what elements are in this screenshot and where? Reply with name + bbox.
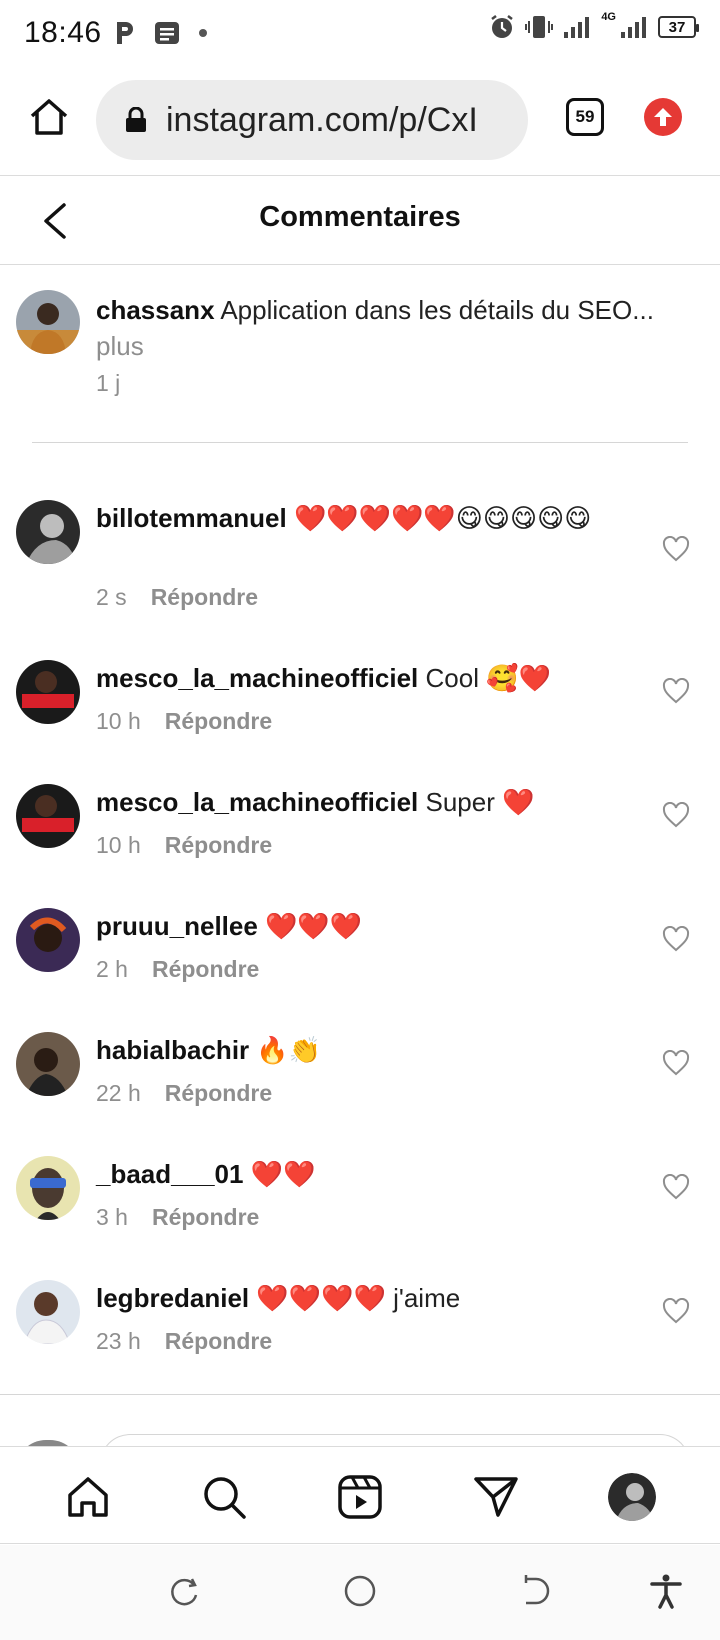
vibrate-icon xyxy=(525,16,554,38)
tab-switcher-button[interactable]: 59 xyxy=(566,98,604,136)
bottom-tab-bar xyxy=(0,1446,720,1544)
heart-icon[interactable] xyxy=(662,536,690,562)
heart-icon[interactable] xyxy=(662,926,690,952)
browser-home-icon[interactable] xyxy=(28,96,70,138)
system-navigation-bar xyxy=(0,1545,720,1640)
comment-username[interactable]: legbredaniel xyxy=(96,1283,249,1313)
comment-username[interactable]: habialbachir xyxy=(96,1035,249,1065)
comment-username[interactable]: billotemmanuel xyxy=(96,503,287,533)
comment-body: 🔥👏 xyxy=(256,1035,322,1065)
comment-body: ❤️❤️ xyxy=(250,1159,316,1189)
heart-icon[interactable] xyxy=(662,1050,690,1076)
update-button[interactable] xyxy=(644,98,682,136)
caption-username[interactable]: chassanx xyxy=(96,295,215,325)
comment-body: Cool 🥰❤️ xyxy=(425,663,551,693)
profile-avatar[interactable] xyxy=(608,1473,656,1521)
reply-button[interactable]: Répondre xyxy=(152,1204,259,1231)
recent-apps-icon[interactable] xyxy=(166,1573,202,1609)
url-text: instagram.com/p/CxI xyxy=(166,100,478,139)
comment-body: ❤️❤️❤️❤️❤️😋😋😋😋😋 xyxy=(293,503,592,533)
home-icon[interactable] xyxy=(64,1473,112,1521)
page-title: Commentaires xyxy=(259,201,461,233)
parking-app-icon xyxy=(116,22,133,44)
avatar[interactable] xyxy=(16,1156,80,1220)
comment-timestamp: 23 h xyxy=(96,1328,141,1354)
avatar[interactable] xyxy=(16,1280,80,1344)
heart-icon[interactable] xyxy=(662,1174,690,1200)
avatar[interactable] xyxy=(16,500,80,564)
heart-icon[interactable] xyxy=(662,1298,690,1324)
browser-toolbar: instagram.com/p/CxI 59 xyxy=(0,66,720,176)
network-type: 4G xyxy=(601,11,616,23)
avatar[interactable] xyxy=(16,908,80,972)
reels-icon[interactable] xyxy=(336,1473,384,1521)
arrow-up-icon xyxy=(654,108,672,126)
comments-divider xyxy=(0,1394,720,1395)
comment-timestamp: 3 h xyxy=(96,1204,128,1230)
avatar[interactable] xyxy=(16,660,80,724)
comment-username[interactable]: mesco_la_machineofficiel xyxy=(96,787,418,817)
reply-button[interactable]: Répondre xyxy=(165,1328,272,1355)
reply-button[interactable]: Répondre xyxy=(151,584,258,611)
accessibility-icon[interactable] xyxy=(648,1573,684,1609)
reply-button[interactable]: Répondre xyxy=(152,956,259,983)
direct-message-icon[interactable] xyxy=(472,1473,520,1521)
comment-timestamp: 22 h xyxy=(96,1080,141,1106)
comment-body: ❤️❤️❤️ xyxy=(265,911,363,941)
signal-icon xyxy=(564,17,590,38)
back-icon[interactable] xyxy=(518,1573,554,1609)
comments-header: Commentaires xyxy=(0,177,720,265)
reply-button[interactable]: Répondre xyxy=(165,1080,272,1107)
address-bar[interactable]: instagram.com/p/CxI xyxy=(96,80,528,160)
caption-divider xyxy=(32,442,688,443)
comment-body: Super ❤️ xyxy=(425,787,535,817)
status-bar: 18:46 4G 37 xyxy=(0,0,720,66)
battery-indicator: 37 xyxy=(658,16,699,38)
heart-icon[interactable] xyxy=(662,802,690,828)
comment-username[interactable]: pruuu_nellee xyxy=(96,911,258,941)
comment-timestamp: 2 h xyxy=(96,956,128,982)
caption-timestamp: 1 j xyxy=(96,370,121,396)
lock-icon xyxy=(126,107,146,132)
alarm-icon xyxy=(491,15,514,38)
signal-icon-2 xyxy=(621,17,646,38)
avatar[interactable] xyxy=(16,1032,80,1096)
status-time: 18:46 xyxy=(24,16,102,49)
reply-button[interactable]: Répondre xyxy=(165,708,272,735)
comment-timestamp: 10 h xyxy=(96,832,141,858)
comment-timestamp: 2 s xyxy=(96,584,127,610)
comment-timestamp: 10 h xyxy=(96,708,141,734)
home-circle-icon[interactable] xyxy=(342,1573,378,1609)
comment-username[interactable]: _baad___01 xyxy=(96,1159,243,1189)
heart-icon[interactable] xyxy=(662,678,690,704)
search-icon[interactable] xyxy=(200,1473,248,1521)
post-caption: chassanx Application dans les détails du… xyxy=(0,266,720,446)
notes-app-icon xyxy=(154,22,179,44)
avatar[interactable] xyxy=(16,290,80,354)
avatar[interactable] xyxy=(16,784,80,848)
caption-avatar-image xyxy=(16,290,80,354)
reply-button[interactable]: Répondre xyxy=(165,832,272,859)
comment-body: ❤️❤️❤️❤️ j'aime xyxy=(256,1283,461,1313)
caption-more-link[interactable]: plus xyxy=(96,328,686,364)
comment-username[interactable]: mesco_la_machineofficiel xyxy=(96,663,418,693)
caption-body: Application dans les détails du SEO... xyxy=(220,295,654,325)
notification-dot-icon xyxy=(198,29,207,37)
